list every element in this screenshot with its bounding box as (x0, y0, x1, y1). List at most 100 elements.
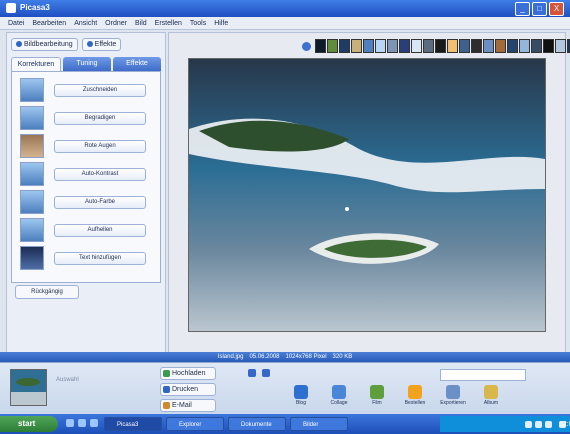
filmstrip-thumbnail[interactable] (315, 39, 326, 53)
tab-effects[interactable]: Effekte (113, 57, 161, 71)
menu-item-tools[interactable]: Tools (190, 20, 206, 27)
task-thumbnail (20, 190, 44, 214)
order-button[interactable]: Bestellen (400, 385, 430, 413)
blog-icon (294, 385, 308, 399)
task-button[interactable]: Rote Augen (54, 140, 146, 153)
filmstrip-thumbnail[interactable] (411, 39, 422, 53)
tab-tuning[interactable]: Tuning (63, 57, 111, 71)
print-icon (163, 386, 170, 393)
taskbar-window-picasa[interactable]: Picasa3 (104, 417, 162, 431)
filmstrip-thumbnail[interactable] (351, 39, 362, 53)
filmstrip (299, 39, 570, 53)
filmstrip-thumbnail[interactable] (399, 39, 410, 53)
quicklaunch-mail-icon[interactable] (78, 419, 86, 427)
email-button[interactable]: E-Mail (160, 399, 216, 412)
rotate-right-icon[interactable] (262, 369, 270, 377)
menu-bar: Datei Bearbeiten Ansicht Ordner Bild Ers… (0, 17, 570, 30)
task-item: Aufhellen (20, 218, 154, 242)
main-photo (188, 58, 546, 332)
start-button[interactable]: start (0, 416, 58, 432)
task-button[interactable]: Zuschneiden (54, 84, 146, 97)
tab-corrections[interactable]: Korrekturen (11, 57, 61, 71)
collage-icon (332, 385, 346, 399)
minimize-button[interactable]: _ (515, 2, 530, 16)
status-dimensions: 1024x768 Pixel (285, 354, 327, 360)
task-list: Zuschneiden Begradigen Rote Augen Auto-K… (11, 71, 161, 283)
close-button[interactable]: X (549, 2, 564, 16)
title-bar: Picasa3 _ □ X (0, 0, 570, 18)
menu-item-edit[interactable]: Bearbeiten (32, 20, 66, 27)
export-icon (446, 385, 460, 399)
menu-item-folder[interactable]: Ordner (105, 20, 127, 27)
panel-header: Bildbearbeitung Effekte (11, 37, 161, 51)
filmstrip-thumbnail[interactable] (363, 39, 374, 53)
taskbar-window-documents[interactable]: Dokumente (228, 417, 286, 431)
movie-button[interactable]: Film (362, 385, 392, 413)
menu-item-file[interactable]: Datei (8, 20, 24, 27)
filmstrip-thumbnail[interactable] (495, 39, 506, 53)
task-button[interactable]: Begradigen (54, 112, 146, 125)
edit-panel: Bildbearbeitung Effekte Korrekturen Tuni… (6, 32, 166, 354)
filmstrip-thumbnail[interactable] (327, 39, 338, 53)
filmstrip-thumbnail[interactable] (447, 39, 458, 53)
undo-button[interactable]: Rückgängig (15, 285, 79, 299)
edit-tabs: Korrekturen Tuning Effekte (11, 57, 161, 71)
sea-background (189, 59, 545, 331)
export-button[interactable]: Exportieren (438, 385, 468, 413)
effects-chip[interactable]: Effekte (81, 37, 122, 51)
tray-network-icon[interactable] (525, 420, 532, 428)
status-bar: Island.jpg 05.06.2008 1024x768 Pixel 320… (0, 352, 570, 362)
filmstrip-thumbnail[interactable] (555, 39, 566, 53)
blog-button[interactable]: Blog (286, 385, 316, 413)
task-item: Begradigen (20, 106, 154, 130)
maximize-button[interactable]: □ (532, 2, 547, 16)
collage-button[interactable]: Collage (324, 385, 354, 413)
filmstrip-thumbnail[interactable] (543, 39, 554, 53)
filmstrip-thumbnail[interactable] (435, 39, 446, 53)
tray-security-icon[interactable] (545, 420, 552, 428)
filmstrip-thumbnail[interactable] (519, 39, 530, 53)
task-item: Rote Augen (20, 134, 154, 158)
search-input[interactable] (440, 369, 526, 381)
quicklaunch-browser-icon[interactable] (66, 419, 74, 427)
photo-view (168, 32, 570, 354)
filmstrip-prev-icon[interactable] (302, 41, 311, 51)
print-button[interactable]: Drucken (160, 383, 216, 396)
filmstrip-thumbnail[interactable] (459, 39, 470, 53)
tray-volume-icon[interactable] (535, 420, 542, 428)
quicklaunch-media-icon[interactable] (90, 419, 98, 427)
edit-chip[interactable]: Bildbearbeitung (11, 37, 78, 51)
menu-item-help[interactable]: Hilfe (214, 20, 228, 27)
email-icon (163, 402, 170, 409)
task-button[interactable]: Auto-Farbe (54, 196, 146, 209)
menu-item-create[interactable]: Erstellen (155, 20, 182, 27)
movie-icon (370, 385, 384, 399)
task-button[interactable]: Aufhellen (54, 224, 146, 237)
filmstrip-thumbnail[interactable] (375, 39, 386, 53)
preview-label: Auswahl (56, 377, 79, 383)
upload-button[interactable]: Hochladen (160, 367, 216, 380)
taskbar-window-pictures[interactable]: Bilder (290, 417, 348, 431)
system-tray: 12:05 (440, 416, 570, 432)
filmstrip-thumbnail[interactable] (531, 39, 542, 53)
filmstrip-thumbnail[interactable] (483, 39, 494, 53)
album-button[interactable]: Album (476, 385, 506, 413)
filmstrip-thumbnail[interactable] (339, 39, 350, 53)
task-button[interactable]: Text hinzufügen (54, 252, 146, 265)
rotate-left-icon[interactable] (248, 369, 256, 377)
filmstrip-thumbnail[interactable] (387, 39, 398, 53)
filmstrip-thumbnail[interactable] (507, 39, 518, 53)
selection-preview[interactable] (10, 369, 47, 406)
order-icon (408, 385, 422, 399)
filmstrip-thumbnails (315, 39, 570, 53)
share-buttons: Blog Collage Film Bestellen Exportieren … (286, 385, 506, 413)
filmstrip-thumbnail[interactable] (471, 39, 482, 53)
taskbar-window-explorer[interactable]: Explorer (166, 417, 224, 431)
bottom-panel: Auswahl Hochladen Drucken E-Mail Blog Co… (0, 362, 570, 415)
quick-launch (66, 419, 98, 427)
menu-item-view[interactable]: Ansicht (74, 20, 97, 27)
menu-item-image[interactable]: Bild (135, 20, 147, 27)
task-button[interactable]: Auto-Kontrast (54, 168, 146, 181)
app-icon (6, 3, 16, 13)
filmstrip-thumbnail[interactable] (423, 39, 434, 53)
